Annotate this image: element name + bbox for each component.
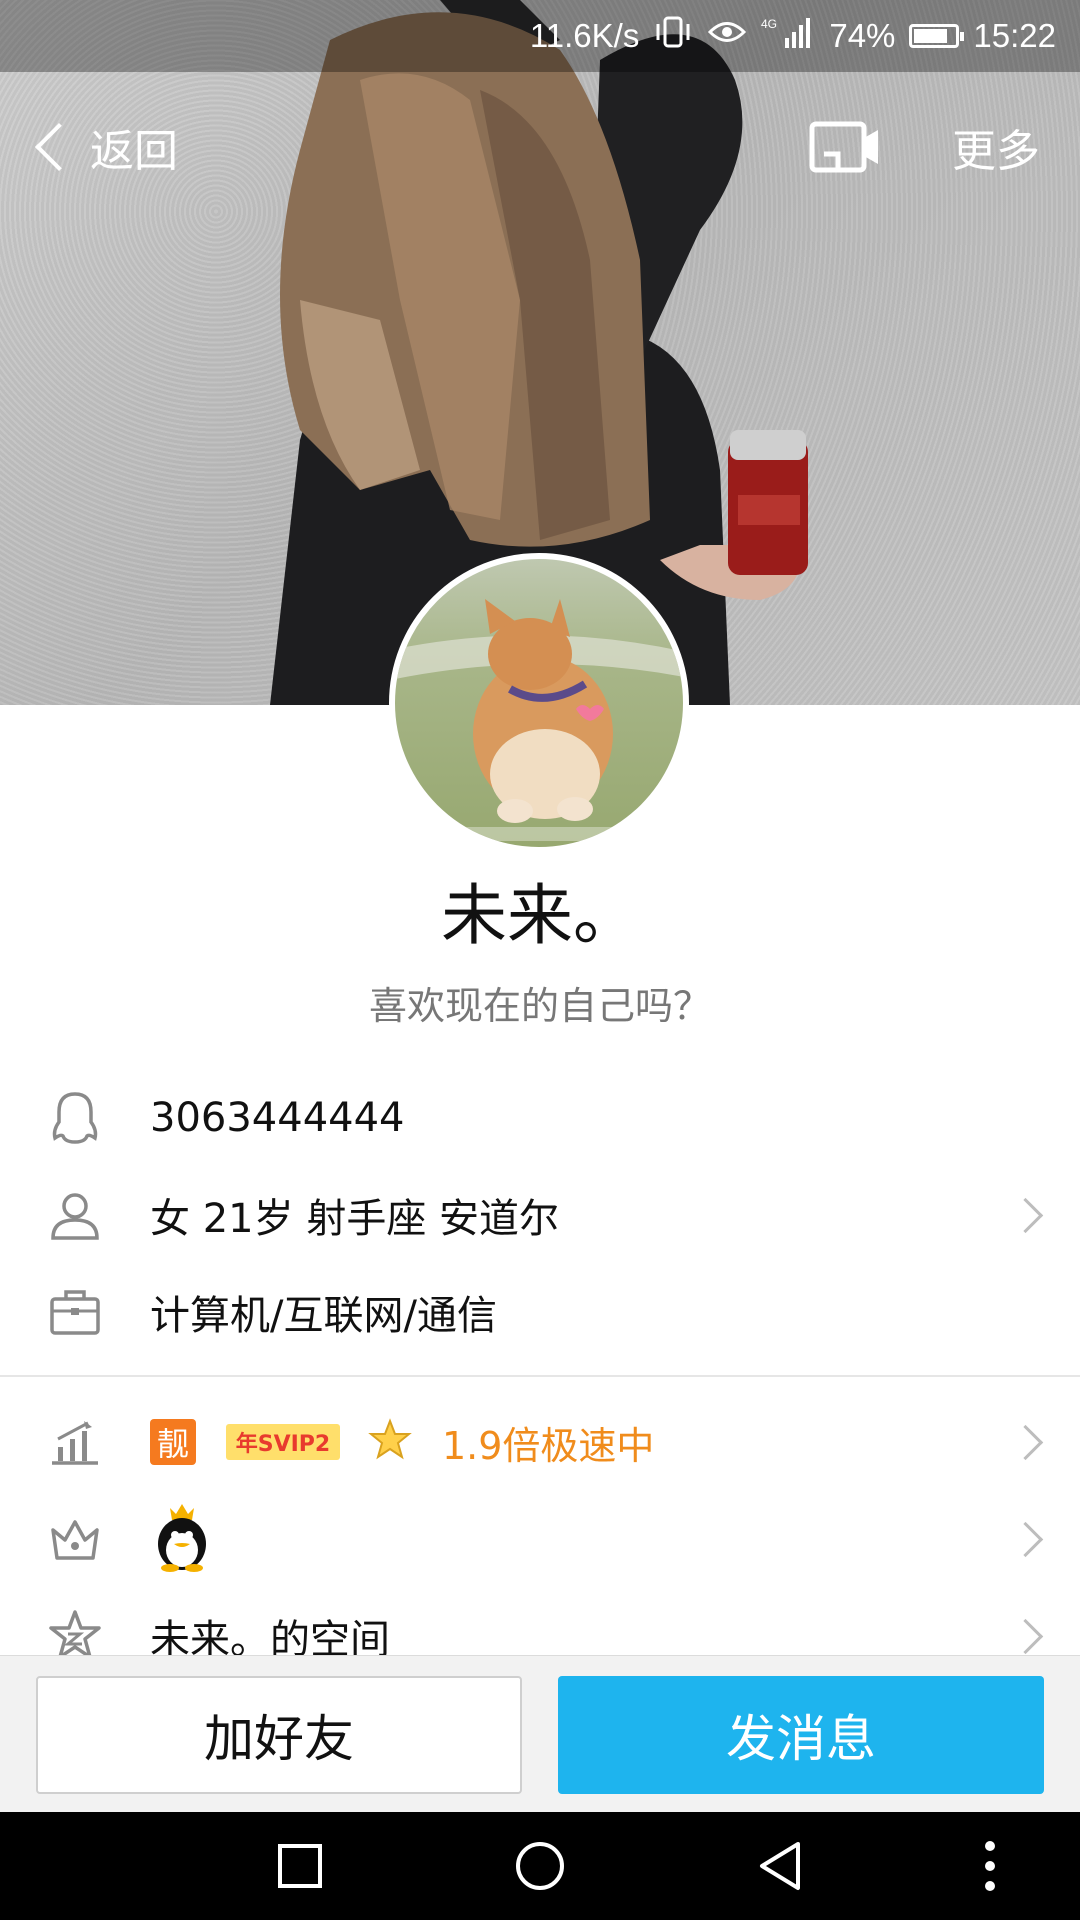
chevron-right-icon (1007, 1618, 1044, 1654)
occupation: 计算机/互联网/通信 (150, 1293, 497, 1339)
speed-status: 1.9倍极速中 (442, 1423, 655, 1468)
briefcase-icon (44, 1281, 106, 1343)
screen-cast-icon (809, 121, 878, 173)
home-button[interactable] (480, 1812, 600, 1920)
net-speed: 11.6K/s (529, 17, 640, 54)
qq-number-row: 3063444444 (0, 1070, 1080, 1166)
square-icon (278, 1844, 322, 1888)
vertical-dots-icon (985, 1841, 995, 1891)
back-button[interactable]: 返回 (30, 112, 178, 182)
crown-icon (44, 1508, 106, 1570)
basic-info-row[interactable]: 女 21岁 射手座 安道尔 (0, 1167, 1080, 1263)
basic-info: 女 21岁 射手座 安道尔 (150, 1196, 560, 1242)
occupation-row: 计算机/互联网/通信 (0, 1264, 1080, 1360)
qq-show-row[interactable] (0, 1491, 1080, 1587)
menu-button[interactable] (930, 1812, 1050, 1920)
back-label: 返回 (90, 126, 178, 177)
battery-icon (909, 24, 965, 48)
battery-percent: 74% (829, 17, 896, 54)
more-button[interactable]: 更多 (952, 112, 1040, 182)
send-message-button[interactable]: 发消息 (558, 1676, 1044, 1794)
qq-number: 3063444444 (150, 1095, 405, 1141)
system-nav-bar (0, 1812, 1080, 1920)
star-icon (368, 1418, 412, 1466)
chevron-left-icon (34, 122, 84, 172)
profile-name: 未来。 (441, 877, 639, 954)
avatar-image (395, 599, 683, 841)
growth-chart-icon (44, 1411, 106, 1473)
chevron-right-icon (1007, 1424, 1044, 1460)
avatar[interactable] (389, 553, 689, 853)
chevron-right-icon (1007, 1197, 1044, 1233)
chevron-right-icon (1007, 1521, 1044, 1557)
network-type: 4G (761, 17, 777, 31)
screen-cast-button[interactable] (808, 118, 882, 182)
add-friend-button[interactable]: 加好友 (36, 1676, 522, 1794)
profile-signature: 喜欢现在的自己吗？ (368, 984, 711, 1028)
eye-icon (707, 17, 747, 55)
recents-button[interactable] (240, 1812, 360, 1920)
clock: 15:22 (973, 17, 1056, 54)
vibrate-icon (653, 15, 693, 57)
action-bar: 加好友 发消息 (0, 1655, 1080, 1813)
circle-icon (516, 1842, 564, 1890)
back-nav-button[interactable] (720, 1812, 840, 1920)
penguin-outline-icon (44, 1087, 106, 1149)
liang-badge: 靓 (150, 1419, 196, 1465)
triangle-back-icon (760, 1842, 800, 1890)
status-bar: 11.6K/s 4G 74% 15:22 (0, 0, 1080, 72)
signal-icon: 4G (761, 14, 815, 58)
privileges-row[interactable]: 靓 年SVIP2 1.9倍极速中 (0, 1394, 1080, 1490)
qq-penguin-icon (152, 1502, 212, 1576)
section-divider (0, 1375, 1080, 1377)
person-icon (44, 1184, 106, 1246)
svip-badge: 年SVIP2 (226, 1424, 340, 1460)
